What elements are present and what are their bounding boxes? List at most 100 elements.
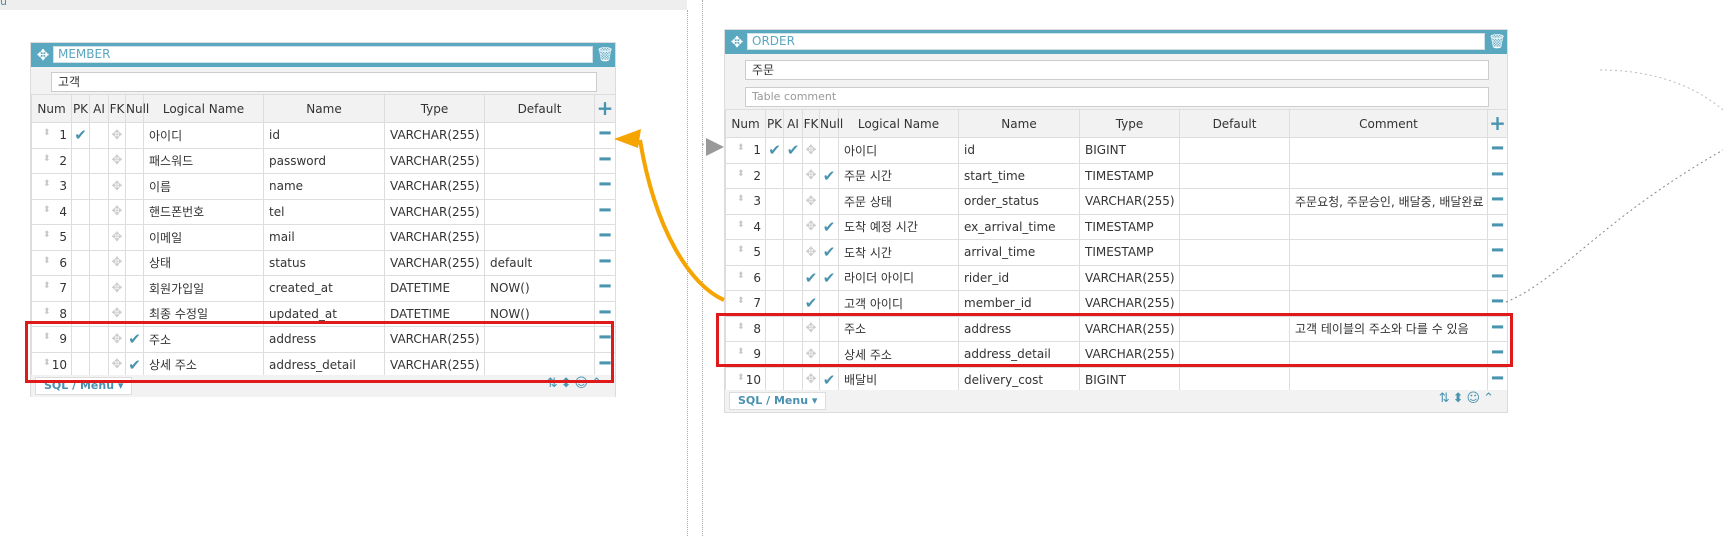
logical-name-cell[interactable]: 핸드폰번호 bbox=[143, 198, 264, 225]
default-cell[interactable]: default bbox=[484, 249, 595, 276]
default-cell[interactable] bbox=[1179, 239, 1290, 266]
drag-handle-icon[interactable]: ⬍ bbox=[737, 169, 745, 179]
name-cell[interactable]: name bbox=[263, 173, 385, 200]
table-row[interactable]: ⬍ 6 ✔ ✔ 라이더 아이디 rider_id VARCHAR(255) ━ bbox=[725, 264, 1508, 291]
logical-name-cell[interactable]: 이름 bbox=[143, 173, 264, 200]
type-cell[interactable]: VARCHAR(255) bbox=[384, 249, 485, 276]
type-cell[interactable]: BIGINT bbox=[1079, 137, 1180, 164]
null-cell[interactable] bbox=[819, 137, 839, 164]
pk-cell[interactable] bbox=[765, 162, 784, 189]
fk-cell[interactable]: ✥ bbox=[802, 137, 820, 164]
null-cell[interactable]: ✔ bbox=[819, 239, 839, 266]
default-cell[interactable] bbox=[1179, 366, 1290, 393]
ai-cell[interactable] bbox=[89, 147, 109, 174]
comment-cell[interactable] bbox=[1289, 264, 1488, 291]
table-name-input[interactable]: ORDER bbox=[747, 33, 1485, 50]
remove-column-icon[interactable]: ━ bbox=[600, 174, 611, 195]
fk-cell[interactable]: ✥ bbox=[802, 366, 820, 393]
remove-column-icon[interactable]: ━ bbox=[600, 302, 611, 323]
fk-cell[interactable]: ✥ bbox=[108, 224, 126, 251]
pk-cell[interactable] bbox=[71, 173, 90, 200]
sql-menu-button[interactable]: SQL / Menu ▾ bbox=[729, 392, 827, 410]
remove-column-icon[interactable]: ━ bbox=[1492, 240, 1503, 261]
name-cell[interactable]: start_time bbox=[958, 162, 1080, 189]
logical-name-cell[interactable]: 주문 상태 bbox=[838, 188, 959, 215]
pk-cell[interactable] bbox=[71, 249, 90, 276]
ai-cell[interactable] bbox=[783, 213, 803, 240]
type-cell[interactable]: VARCHAR(255) bbox=[1079, 264, 1180, 291]
pk-cell[interactable] bbox=[71, 224, 90, 251]
drag-handle-icon[interactable]: ⬍ bbox=[737, 296, 745, 306]
sort-icon[interactable]: ⇅ bbox=[1439, 391, 1453, 406]
null-cell[interactable] bbox=[125, 275, 144, 302]
add-icon[interactable]: + bbox=[1489, 111, 1506, 135]
default-cell[interactable] bbox=[1179, 264, 1290, 291]
logical-name-cell[interactable]: 이메일 bbox=[143, 224, 264, 251]
logical-name-cell[interactable]: 도착 예정 시간 bbox=[838, 213, 959, 240]
remove-column-icon[interactable]: ━ bbox=[1492, 368, 1503, 389]
ai-cell[interactable] bbox=[89, 122, 109, 149]
remove-column-icon[interactable]: ━ bbox=[600, 123, 611, 144]
fk-cell[interactable]: ✥ bbox=[802, 239, 820, 266]
table-row[interactable]: ⬍ 10 ✥ ✔ 배달비 delivery_cost BIGINT ━ bbox=[725, 366, 1508, 393]
pk-cell[interactable] bbox=[71, 275, 90, 302]
fk-cell[interactable]: ✥ bbox=[108, 173, 126, 200]
drag-handle-icon[interactable]: ⬍ bbox=[43, 230, 51, 240]
table-row[interactable]: ⬍ 7 ✥ 회원가입일 created_at DATETIME NOW() ━ bbox=[31, 275, 616, 302]
type-cell[interactable]: VARCHAR(255) bbox=[384, 224, 485, 251]
fk-cell[interactable]: ✥ bbox=[108, 275, 126, 302]
name-cell[interactable]: arrival_time bbox=[958, 239, 1080, 266]
drag-handle-icon[interactable]: ⬍ bbox=[737, 220, 745, 230]
remove-column-icon[interactable]: ━ bbox=[600, 149, 611, 170]
comment-cell[interactable] bbox=[1289, 239, 1488, 266]
name-cell[interactable]: password bbox=[263, 147, 385, 174]
pk-cell[interactable] bbox=[765, 213, 784, 240]
default-cell[interactable] bbox=[1179, 162, 1290, 189]
pk-cell[interactable] bbox=[71, 147, 90, 174]
drag-handle-icon[interactable]: ⬍ bbox=[43, 205, 51, 215]
table-row[interactable]: ⬍ 2 ✥ ✔ 주문 시간 start_time TIMESTAMP ━ bbox=[725, 162, 1508, 189]
drag-handle-icon[interactable]: ⬍ bbox=[43, 128, 51, 138]
ai-cell[interactable] bbox=[783, 162, 803, 189]
logical-name-cell[interactable]: 라이더 아이디 bbox=[838, 264, 959, 291]
null-cell[interactable]: ✔ bbox=[819, 213, 839, 240]
logical-name-cell[interactable]: 배달비 bbox=[838, 366, 959, 393]
remove-column-icon[interactable]: ━ bbox=[1492, 215, 1503, 236]
remove-column-icon[interactable]: ━ bbox=[600, 200, 611, 221]
drag-handle-icon[interactable]: ⬍ bbox=[737, 245, 745, 255]
remove-column-icon[interactable]: ━ bbox=[1492, 266, 1503, 287]
ai-cell[interactable] bbox=[89, 275, 109, 302]
ai-cell[interactable] bbox=[89, 224, 109, 251]
updown-icon[interactable]: ⬍ bbox=[1453, 391, 1467, 406]
remove-column-icon[interactable]: ━ bbox=[1492, 291, 1503, 312]
type-cell[interactable]: BIGINT bbox=[1079, 366, 1180, 393]
drag-handle-icon[interactable]: ⬍ bbox=[737, 194, 745, 204]
name-cell[interactable]: mail bbox=[263, 224, 385, 251]
table-row[interactable]: ⬍ 1 ✔ ✔ ✥ 아이디 id BIGINT ━ bbox=[725, 137, 1508, 164]
pk-cell[interactable] bbox=[765, 264, 784, 291]
type-cell[interactable]: TIMESTAMP bbox=[1079, 213, 1180, 240]
table-row[interactable]: ⬍ 4 ✥ ✔ 도착 예정 시간 ex_arrival_time TIMESTAMP ━ bbox=[725, 213, 1508, 240]
fk-cell[interactable]: ✥ bbox=[802, 213, 820, 240]
fk-cell[interactable]: ✥ bbox=[802, 188, 820, 215]
ai-cell[interactable] bbox=[89, 249, 109, 276]
null-cell[interactable]: ✔ bbox=[819, 162, 839, 189]
table-comment-input[interactable]: 주문 bbox=[745, 60, 1489, 80]
fk-cell[interactable]: ✥ bbox=[108, 122, 126, 149]
null-cell[interactable] bbox=[125, 122, 144, 149]
comment-cell[interactable] bbox=[1289, 366, 1488, 393]
table-comment-placeholder-input[interactable]: Table comment bbox=[745, 87, 1489, 107]
logical-name-cell[interactable]: 회원가입일 bbox=[143, 275, 264, 302]
type-cell[interactable]: TIMESTAMP bbox=[1079, 162, 1180, 189]
name-cell[interactable]: id bbox=[263, 122, 385, 149]
remove-column-icon[interactable]: ━ bbox=[1492, 164, 1503, 185]
remove-column-icon[interactable]: ━ bbox=[600, 251, 611, 272]
type-cell[interactable]: TIMESTAMP bbox=[1079, 239, 1180, 266]
default-cell[interactable]: NOW() bbox=[484, 275, 595, 302]
remove-column-icon[interactable]: ━ bbox=[1492, 138, 1503, 159]
type-cell[interactable]: VARCHAR(255) bbox=[384, 122, 485, 149]
logical-name-cell[interactable]: 아이디 bbox=[838, 137, 959, 164]
pk-cell[interactable] bbox=[765, 366, 784, 393]
table-row[interactable]: ⬍ 5 ✥ 이메일 mail VARCHAR(255) ━ bbox=[31, 224, 616, 251]
drag-handle-icon[interactable]: ⬍ bbox=[43, 281, 51, 291]
